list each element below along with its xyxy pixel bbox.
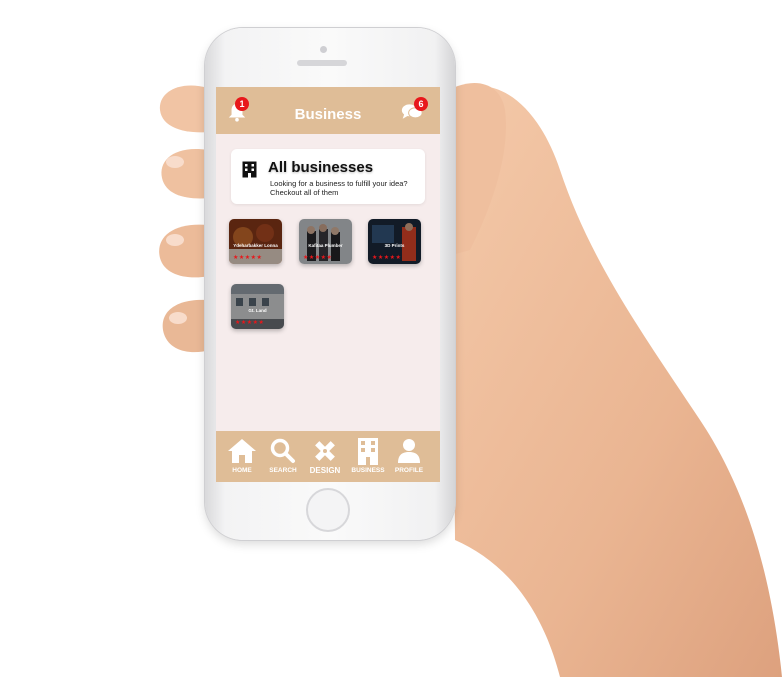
- nav-home[interactable]: HOME: [220, 431, 264, 482]
- phone-camera: [320, 46, 327, 53]
- phone-home-button[interactable]: [306, 488, 350, 532]
- star-rating: ★★★★★: [235, 319, 265, 326]
- nav-profile[interactable]: PROFILE: [387, 431, 431, 482]
- nav-search[interactable]: SEARCH: [261, 431, 305, 482]
- building-icon: [242, 161, 257, 178]
- business-tile[interactable]: 3D Prints ★★★★★: [368, 219, 421, 264]
- nav-label-business: BUSINESS: [351, 467, 385, 474]
- search-icon: [270, 438, 295, 463]
- pencil-ruler-icon: [315, 441, 335, 461]
- notifications-badge: 1: [235, 97, 249, 111]
- business-name: Gt. Land: [248, 308, 267, 313]
- star-rating: ★★★★★: [303, 254, 333, 261]
- nav-label-search: SEARCH: [269, 467, 297, 474]
- nav-business[interactable]: BUSINESS: [346, 431, 390, 482]
- nav-label-home: HOME: [232, 467, 252, 474]
- home-icon: [228, 439, 256, 463]
- user-icon: [398, 439, 420, 463]
- business-name: Ydeharbakker Lonna: [233, 243, 278, 248]
- business-name: Kafitaa Plumber: [308, 243, 343, 248]
- building-icon: [358, 438, 378, 465]
- card-title: All businesses: [268, 159, 374, 176]
- phone-speaker: [297, 60, 347, 66]
- messages-badge: 6: [414, 97, 428, 111]
- nav-label-profile: PROFILE: [394, 467, 424, 474]
- star-rating: ★★★★★: [233, 254, 263, 261]
- business-tile[interactable]: Ydeharbakker Lonna ★★★★★: [229, 219, 282, 264]
- business-tile[interactable]: Gt. Land ★★★★★: [231, 284, 284, 329]
- business-tile[interactable]: Kafitaa Plumber ★★★★★: [299, 219, 352, 264]
- app-header: Business 1 6: [216, 87, 440, 134]
- business-name: 3D Prints: [384, 243, 405, 248]
- nav-design[interactable]: DESIGN: [303, 431, 347, 482]
- star-rating: ★★★★★: [372, 254, 402, 261]
- all-businesses-card: All businesses Looking for a business to…: [231, 149, 425, 204]
- nav-label-design: DESIGN: [309, 466, 341, 475]
- bottom-navigation: HOME SEARCH DESIGN BUSINESS PROFILE: [216, 431, 440, 482]
- card-subtitle: Looking for a business to fulfill your i…: [270, 179, 408, 197]
- app-screen: Business 1 6 All businesses Looking for …: [216, 87, 440, 482]
